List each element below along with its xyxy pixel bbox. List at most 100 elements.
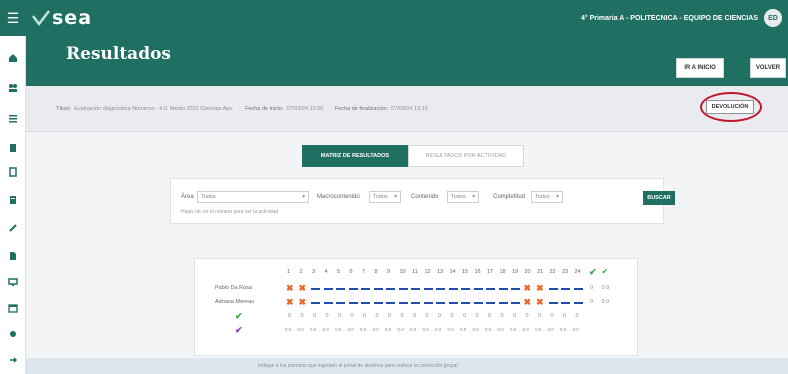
- incorrect-mark[interactable]: ✖: [286, 283, 294, 294]
- menu-icon[interactable]: ☰: [0, 0, 26, 36]
- unanswered-mark[interactable]: [411, 288, 420, 290]
- unanswered-mark[interactable]: [336, 288, 345, 290]
- unanswered-mark[interactable]: [448, 302, 458, 304]
- unanswered-mark[interactable]: [386, 302, 395, 304]
- unanswered-mark[interactable]: [348, 288, 358, 290]
- student-name[interactable]: Adriana Mereau: [215, 299, 254, 305]
- column-header[interactable]: 6: [350, 269, 353, 275]
- unanswered-mark[interactable]: [411, 302, 420, 304]
- unanswered-mark[interactable]: [511, 302, 520, 304]
- incorrect-mark[interactable]: ✖: [299, 297, 307, 308]
- column-header[interactable]: 12: [425, 269, 431, 275]
- incorrect-mark[interactable]: ✖: [524, 297, 532, 308]
- column-header[interactable]: 21: [537, 269, 543, 275]
- tab-resultados-actividad[interactable]: RESULTADOS POR ACTIVIDAD: [408, 145, 524, 167]
- search-button[interactable]: BUSCAR: [643, 191, 675, 205]
- column-header[interactable]: 2: [300, 269, 303, 275]
- unanswered-mark[interactable]: [561, 288, 570, 290]
- file-icon[interactable]: [0, 248, 26, 264]
- unanswered-mark[interactable]: [473, 302, 483, 304]
- tab-matriz-resultados[interactable]: MATRIZ DE RESULTADOS: [302, 145, 408, 167]
- incorrect-mark[interactable]: ✖: [286, 297, 294, 308]
- incorrect-mark[interactable]: ✖: [536, 297, 544, 308]
- unanswered-mark[interactable]: [361, 288, 370, 290]
- back-button[interactable]: VOLVER: [750, 58, 786, 78]
- area-select[interactable]: Todos ▾: [197, 191, 309, 203]
- unanswered-mark[interactable]: [486, 288, 495, 290]
- student-percent: 0.0: [601, 285, 610, 291]
- column-header[interactable]: 20: [525, 269, 531, 275]
- column-header[interactable]: 3: [312, 269, 315, 275]
- column-header[interactable]: 7: [362, 269, 365, 275]
- unanswered-mark[interactable]: [561, 302, 570, 304]
- completitud-select[interactable]: Todos ▾: [531, 191, 563, 203]
- unanswered-mark[interactable]: [448, 288, 458, 290]
- clipboard-icon[interactable]: [0, 192, 26, 208]
- unanswered-mark[interactable]: [573, 288, 583, 290]
- user-avatar[interactable]: ED: [764, 9, 782, 27]
- column-header[interactable]: 16: [475, 269, 481, 275]
- book-icon[interactable]: [0, 140, 26, 156]
- list-icon[interactable]: [0, 110, 26, 126]
- home-icon[interactable]: [0, 50, 26, 66]
- unanswered-mark[interactable]: [498, 288, 508, 290]
- unanswered-mark[interactable]: [348, 302, 358, 304]
- unanswered-mark[interactable]: [311, 288, 320, 290]
- column-header[interactable]: 22: [550, 269, 556, 275]
- incorrect-mark[interactable]: ✖: [524, 283, 532, 294]
- unanswered-mark[interactable]: [373, 288, 383, 290]
- incorrect-mark[interactable]: ✖: [299, 283, 307, 294]
- incorrect-mark[interactable]: ✖: [536, 283, 544, 294]
- column-header[interactable]: 19: [512, 269, 518, 275]
- logout-icon[interactable]: [0, 352, 26, 368]
- unanswered-mark[interactable]: [423, 288, 433, 290]
- users-icon[interactable]: [0, 80, 26, 96]
- macro-select[interactable]: Todos ▾: [369, 191, 401, 203]
- column-header[interactable]: 14: [450, 269, 456, 275]
- unanswered-mark[interactable]: [311, 302, 320, 304]
- app-logo[interactable]: sea: [32, 7, 92, 29]
- settings-icon[interactable]: [0, 326, 26, 342]
- pencil-icon[interactable]: [0, 220, 26, 236]
- column-header[interactable]: 18: [500, 269, 506, 275]
- column-header[interactable]: 17: [487, 269, 493, 275]
- course-selector[interactable]: 4° Primaria A - POLITECNICA - EQUIPO DE …: [581, 15, 758, 22]
- column-header[interactable]: 11: [412, 269, 418, 275]
- unanswered-mark[interactable]: [398, 302, 408, 304]
- column-header[interactable]: 1: [287, 269, 290, 275]
- unanswered-mark[interactable]: [323, 288, 333, 290]
- unanswered-mark[interactable]: [573, 302, 583, 304]
- unanswered-mark[interactable]: [511, 288, 520, 290]
- unanswered-mark[interactable]: [373, 302, 383, 304]
- unanswered-mark[interactable]: [336, 302, 345, 304]
- column-header[interactable]: 4: [325, 269, 328, 275]
- contenido-select[interactable]: Todos ▾: [447, 191, 479, 203]
- column-header[interactable]: 5: [337, 269, 340, 275]
- column-header[interactable]: 10: [400, 269, 406, 275]
- unanswered-mark[interactable]: [498, 302, 508, 304]
- column-header[interactable]: 24: [575, 269, 581, 275]
- unanswered-mark[interactable]: [486, 302, 495, 304]
- unanswered-mark[interactable]: [323, 302, 333, 304]
- unanswered-mark[interactable]: [436, 288, 445, 290]
- unanswered-mark[interactable]: [361, 302, 370, 304]
- student-name[interactable]: Pablo Da Rosa: [215, 285, 252, 291]
- unanswered-mark[interactable]: [473, 288, 483, 290]
- calendar-icon[interactable]: [0, 300, 26, 316]
- unanswered-mark[interactable]: [461, 302, 470, 304]
- unanswered-mark[interactable]: [548, 302, 558, 304]
- monitor-icon[interactable]: [0, 274, 26, 290]
- column-header[interactable]: 13: [437, 269, 443, 275]
- unanswered-mark[interactable]: [398, 288, 408, 290]
- unanswered-mark[interactable]: [386, 288, 395, 290]
- unanswered-mark[interactable]: [548, 288, 558, 290]
- unanswered-mark[interactable]: [423, 302, 433, 304]
- unanswered-mark[interactable]: [436, 302, 445, 304]
- column-header[interactable]: 8: [375, 269, 378, 275]
- unanswered-mark[interactable]: [461, 288, 470, 290]
- go-home-button[interactable]: IR A INICIO: [676, 58, 724, 78]
- column-header[interactable]: 9: [387, 269, 390, 275]
- column-header[interactable]: 23: [562, 269, 568, 275]
- document-icon[interactable]: [0, 164, 26, 180]
- column-header[interactable]: 15: [462, 269, 468, 275]
